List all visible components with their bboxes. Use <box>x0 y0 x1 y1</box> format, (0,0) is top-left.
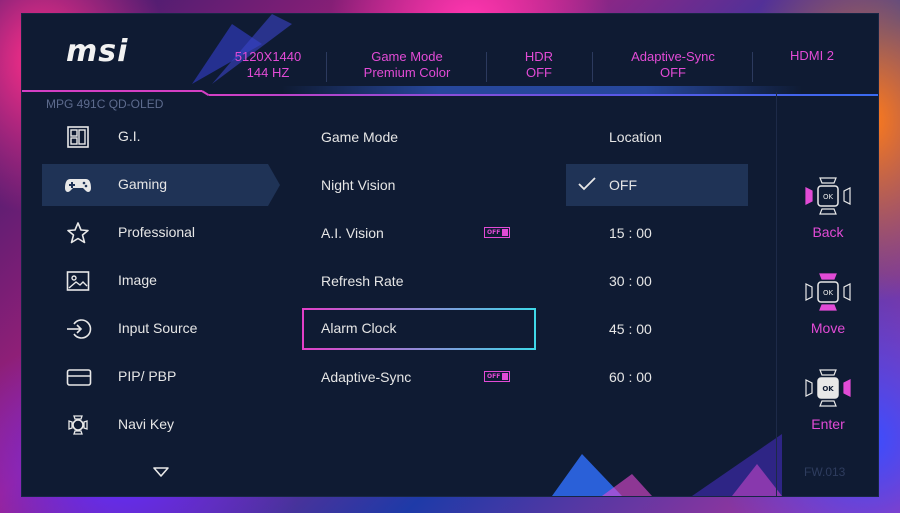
sidebar-item-gi[interactable]: G.I. <box>42 116 268 158</box>
header-accent-line <box>22 90 202 92</box>
header-accent-line <box>209 94 878 96</box>
nav-move-label: Move <box>810 320 846 336</box>
divider <box>486 52 487 82</box>
scroll-down-icon[interactable] <box>153 467 169 477</box>
status-adaptive-sync-line2: OFF <box>660 65 686 80</box>
option-location[interactable]: Location <box>566 116 748 158</box>
navi-key-move-icon: OK <box>805 273 851 311</box>
status-hdr-line1: HDR <box>524 49 554 64</box>
check-icon <box>578 177 596 191</box>
nav-enter-label: Enter <box>811 416 845 432</box>
submenu-item-refresh-rate[interactable]: Refresh Rate <box>302 261 534 301</box>
submenu-item-label: Game Mode <box>321 129 399 145</box>
sidebar-item-input-source[interactable]: Input Source <box>42 308 268 350</box>
submenu-item-label: Refresh Rate <box>321 273 404 289</box>
submenu-item-adaptive-sync[interactable]: Adaptive-Sync OFF <box>302 357 534 397</box>
status-resolution: 5120X1440 144 HZ <box>218 49 318 81</box>
firmware-version: FW.013 <box>804 465 846 479</box>
status-hdr: HDR OFF <box>508 49 570 81</box>
status-resolution-line2: 144 HZ <box>246 65 290 80</box>
navi-key-icon <box>68 415 88 435</box>
status-adaptive-sync: Adaptive-Sync OFF <box>616 49 730 81</box>
sidebar-item-label: Image <box>118 272 157 288</box>
submenu-item-ai-vision[interactable]: A.I. Vision OFF <box>302 213 534 253</box>
status-adaptive-sync-line1: Adaptive-Sync <box>631 49 715 64</box>
decor-shapes-bottom <box>552 434 782 496</box>
sidebar-item-navi-key[interactable]: Navi Key <box>42 404 268 446</box>
sidebar-item-label: Gaming <box>118 176 168 192</box>
option-label: Location <box>609 129 662 145</box>
option-60-min[interactable]: 60 : 00 <box>566 356 748 398</box>
image-icon <box>66 271 90 291</box>
ai-vision-status-badge: OFF <box>484 227 510 238</box>
model-name: MPG 491C QD-OLED <box>46 97 164 111</box>
status-game-mode: Game Mode Premium Color <box>346 49 468 81</box>
option-off[interactable]: OFF <box>566 164 748 206</box>
divider <box>592 52 593 82</box>
svg-text:OK: OK <box>823 193 834 201</box>
adaptive-sync-status-badge: OFF <box>484 371 510 382</box>
submenu-item-label: Night Vision <box>321 177 396 193</box>
nav-enter-button[interactable]: OK Enter <box>794 368 862 432</box>
submenu-item-label: Adaptive-Sync <box>321 369 412 385</box>
status-hdr-line2: OFF <box>526 65 552 80</box>
option-15-min[interactable]: 15 : 00 <box>566 212 748 254</box>
header-glow <box>282 86 802 94</box>
option-label: 30 : 00 <box>609 273 652 289</box>
input-source-icon <box>67 319 92 339</box>
nav-back-label: Back <box>812 224 844 240</box>
sidebar-item-label: Input Source <box>118 320 198 336</box>
sidebar-item-professional[interactable]: Professional <box>42 212 268 254</box>
svg-text:OK: OK <box>822 385 834 393</box>
sidebar-item-gaming[interactable]: Gaming <box>42 164 280 206</box>
divider <box>326 52 327 82</box>
status-resolution-line1: 5120X1440 <box>234 49 302 64</box>
submenu-item-game-mode[interactable]: Game Mode <box>302 117 534 157</box>
sidebar-item-label: PIP/ PBP <box>118 368 177 384</box>
divider <box>776 92 777 496</box>
nav-move-button[interactable]: OK Move <box>794 272 862 336</box>
star-icon <box>67 222 89 244</box>
pip-icon <box>66 369 92 386</box>
option-label: 45 : 00 <box>609 321 652 337</box>
sidebar-item-label: G.I. <box>118 128 141 144</box>
submenu-item-night-vision[interactable]: Night Vision <box>302 165 534 205</box>
submenu-item-label: A.I. Vision <box>321 225 384 241</box>
gi-icon <box>67 126 89 148</box>
option-label: 15 : 00 <box>609 225 652 241</box>
sidebar-item-label: Professional <box>118 224 196 240</box>
navi-key-back-icon: OK <box>805 177 851 215</box>
status-input: HDMI 2 <box>780 48 844 64</box>
sidebar-item-pip-pbp[interactable]: PIP/ PBP <box>42 356 268 398</box>
nav-back-button[interactable]: OK Back <box>794 176 862 240</box>
option-label: OFF <box>609 177 637 193</box>
status-game-mode-line2: Premium Color <box>363 65 451 80</box>
msi-logo: msi <box>66 34 129 69</box>
option-30-min[interactable]: 30 : 00 <box>566 260 748 302</box>
status-input-line1: HDMI 2 <box>789 48 835 63</box>
navi-key-enter-icon: OK <box>805 369 851 407</box>
gamepad-icon <box>65 179 91 192</box>
sidebar-item-image[interactable]: Image <box>42 260 268 302</box>
submenu-item-alarm-clock[interactable]: Alarm Clock <box>302 308 536 350</box>
submenu-item-label: Alarm Clock <box>321 320 397 336</box>
sidebar-item-label: Navi Key <box>118 416 175 432</box>
option-45-min[interactable]: 45 : 00 <box>566 308 748 350</box>
status-game-mode-line1: Game Mode <box>371 49 443 64</box>
divider <box>752 52 753 82</box>
option-label: 60 : 00 <box>609 369 652 385</box>
osd-panel: msi 5120X1440 144 HZ Game Mode Premium C… <box>22 14 878 496</box>
svg-text:OK: OK <box>823 289 834 297</box>
